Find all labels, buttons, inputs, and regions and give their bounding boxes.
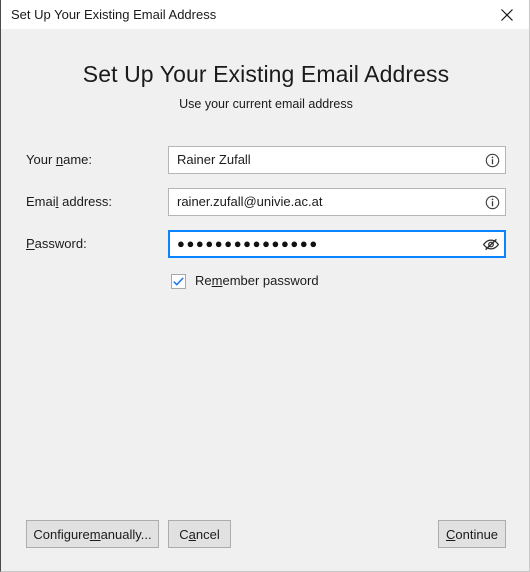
check-icon xyxy=(173,276,184,286)
email-label-post: address: xyxy=(58,194,112,209)
dialog-button-bar: Configure m anually... Ca ncel Continue xyxy=(1,520,529,571)
eye-slash-icon[interactable] xyxy=(478,231,504,257)
continue-label-post: ontinue xyxy=(455,526,499,542)
close-icon[interactable] xyxy=(484,0,529,29)
remember-label-accelerator: m xyxy=(211,273,223,288)
dialog-content: Set Up Your Existing Email Address Use y… xyxy=(1,29,529,571)
continue-label-accelerator: C xyxy=(445,526,456,542)
name-label-pre: Your xyxy=(26,152,56,167)
configure-label-accelerator: m xyxy=(89,526,101,542)
email-input-wrapper[interactable]: rainer.zufall@univie.ac.at xyxy=(168,188,506,216)
configure-label-pre: Configure xyxy=(33,526,90,542)
info-icon[interactable] xyxy=(479,147,505,173)
email-label-pre: Emai xyxy=(26,194,56,209)
cancel-button[interactable]: Ca ncel xyxy=(168,520,231,548)
window-title: Set Up Your Existing Email Address xyxy=(11,7,217,22)
password-input-wrapper[interactable]: ●●●●●●●●●●●●●●● xyxy=(168,230,506,258)
name-label-post: ame: xyxy=(63,152,93,167)
page-title: Set Up Your Existing Email Address xyxy=(82,61,450,87)
cancel-label-accelerator: a xyxy=(188,526,196,542)
remember-label-pre: Re xyxy=(195,273,212,288)
remember-password-row[interactable]: Remember password xyxy=(171,272,319,290)
password-input[interactable]: ●●●●●●●●●●●●●●● xyxy=(170,232,478,256)
configure-manually-button[interactable]: Configure m anually... xyxy=(26,520,159,548)
setup-dialog-window: Set Up Your Existing Email Address Set U… xyxy=(0,0,530,572)
cancel-label-post: ncel xyxy=(195,526,220,542)
email-input[interactable]: rainer.zufall@univie.ac.at xyxy=(169,189,479,215)
remember-label-post: ember password xyxy=(222,273,319,288)
remember-password-label[interactable]: Remember password xyxy=(195,273,319,289)
form-row-name: Your name: Rainer Zufall xyxy=(1,146,529,174)
form-row-password: Password: ●●●●●●●●●●●●●●● xyxy=(1,230,529,258)
title-bar: Set Up Your Existing Email Address xyxy=(1,0,529,29)
form-row-email: Email address: rainer.zufall@univie.ac.a… xyxy=(1,188,529,216)
password-label: Password: xyxy=(26,230,87,258)
password-label-accelerator: P xyxy=(26,236,35,251)
info-icon[interactable] xyxy=(479,189,505,215)
cancel-label-pre: C xyxy=(179,526,189,542)
name-input-wrapper[interactable]: Rainer Zufall xyxy=(168,146,506,174)
name-label: Your name: xyxy=(26,146,92,174)
remember-password-checkbox[interactable] xyxy=(171,273,186,289)
email-label: Email address: xyxy=(26,188,112,216)
page-subtitle: Use your current email address xyxy=(179,97,353,111)
name-input[interactable]: Rainer Zufall xyxy=(169,147,479,173)
continue-button[interactable]: Continue xyxy=(438,520,506,548)
configure-label-post: anually... xyxy=(100,526,152,542)
password-label-post: assword: xyxy=(34,236,87,251)
